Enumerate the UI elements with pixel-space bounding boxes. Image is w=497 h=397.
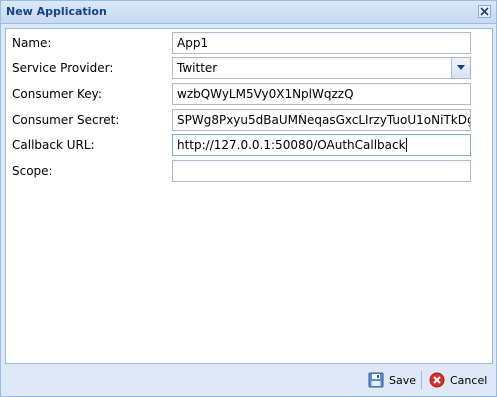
floppy-disk-icon	[368, 372, 384, 388]
close-button[interactable]	[478, 5, 491, 18]
callback-url-row: Callback URL: http://127.0.0.1:50080/OAu…	[6, 134, 492, 156]
save-button[interactable]: Save	[368, 370, 416, 390]
consumer-key-label: Consumer Key:	[12, 87, 102, 101]
consumer-secret-row: Consumer Secret: SPWg8Pxyu5dBaUMNeqasGxc…	[6, 109, 492, 131]
service-provider-value: Twitter	[177, 61, 218, 75]
scope-label: Scope:	[12, 164, 53, 178]
dialog-title: New Application	[6, 5, 107, 18]
consumer-key-row: Consumer Key: wzbQWyLM5Vy0X1NplWqzzQ	[6, 83, 492, 105]
cancel-icon	[429, 372, 445, 388]
cancel-label: Cancel	[450, 373, 488, 387]
form-panel: Name: App1 Service Provider: Twitter Con…	[5, 28, 493, 364]
callback-url-label: Callback URL:	[12, 138, 95, 152]
consumer-secret-field[interactable]: SPWg8Pxyu5dBaUMNeqasGxcLIrzyTuoU1oNiTkDg…	[172, 109, 471, 131]
service-provider-select[interactable]: Twitter	[172, 57, 471, 79]
dialog-footer: Save Cancel	[1, 365, 496, 396]
service-provider-dropdown-trigger[interactable]	[451, 58, 470, 78]
dialog-titlebar[interactable]: New Application	[1, 1, 496, 24]
button-separator	[421, 371, 422, 389]
save-label: Save	[389, 373, 417, 387]
consumer-secret-label: Consumer Secret:	[12, 113, 120, 127]
chevron-down-icon	[457, 65, 465, 70]
callback-url-field[interactable]: http://127.0.0.1:50080/OAuthCallback	[172, 134, 471, 156]
scope-row: Scope:	[6, 160, 492, 182]
name-field[interactable]: App1	[172, 32, 471, 54]
service-provider-row: Service Provider: Twitter	[6, 57, 492, 79]
cancel-button[interactable]: Cancel	[429, 370, 487, 390]
close-icon	[480, 7, 489, 16]
name-row: Name: App1	[6, 32, 492, 54]
callback-url-value: http://127.0.0.1:50080/OAuthCallback	[177, 138, 406, 152]
consumer-key-field[interactable]: wzbQWyLM5Vy0X1NplWqzzQ	[172, 83, 471, 105]
new-application-dialog: New Application Name: App1 Service Provi…	[0, 0, 497, 397]
service-provider-label: Service Provider:	[12, 61, 114, 75]
text-caret	[405, 138, 407, 152]
scope-field[interactable]	[172, 160, 471, 182]
name-label: Name:	[12, 36, 52, 50]
